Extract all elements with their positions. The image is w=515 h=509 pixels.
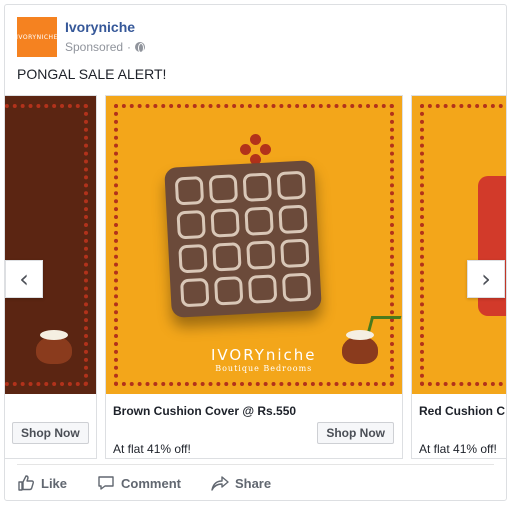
actions-divider bbox=[17, 464, 494, 465]
comment-button[interactable]: Comment bbox=[97, 471, 181, 495]
comment-icon bbox=[98, 476, 114, 490]
post-actions: Like Comment Share bbox=[17, 471, 271, 495]
product-title[interactable]: Brown Cushion Cover @ Rs.550 bbox=[113, 404, 296, 418]
logo-text: IVORYNICHE bbox=[16, 33, 58, 41]
brand-tagline: Boutique Bedrooms bbox=[215, 364, 313, 373]
chevron-left-icon: ‹ bbox=[19, 265, 29, 293]
shop-now-button[interactable]: Shop Now bbox=[12, 422, 89, 444]
product-image[interactable] bbox=[5, 96, 96, 394]
carousel-next-button[interactable]: › bbox=[467, 260, 505, 298]
product-subtitle: At flat 41% off! bbox=[419, 442, 497, 456]
sponsored-label[interactable]: Sponsored bbox=[65, 40, 123, 54]
share-icon bbox=[211, 476, 229, 491]
pongal-pot-illustration bbox=[342, 330, 378, 364]
carousel: Shop Now IVORYniche Boutique Bedrooms Br… bbox=[5, 95, 506, 463]
flower-motif-icon bbox=[240, 134, 271, 165]
post-text: PONGAL SALE ALERT! bbox=[17, 66, 167, 82]
brand-name: IVORYniche bbox=[211, 346, 317, 364]
cushion-image bbox=[164, 160, 322, 318]
chevron-right-icon: › bbox=[481, 265, 491, 293]
thumbs-up-icon bbox=[18, 475, 34, 491]
product-image[interactable]: IVORYniche Boutique Bedrooms bbox=[106, 96, 402, 394]
pot-illustration bbox=[36, 330, 72, 364]
carousel-card-brown-cushion[interactable]: IVORYniche Boutique Bedrooms Brown Cushi… bbox=[105, 95, 403, 459]
like-button[interactable]: Like bbox=[17, 471, 67, 495]
sponsored-post-card: IVORYNICHE Ivoryniche Sponsored · PONGAL… bbox=[4, 4, 507, 501]
shop-now-button[interactable]: Shop Now bbox=[317, 422, 394, 444]
share-button[interactable]: Share bbox=[211, 471, 271, 495]
globe-icon bbox=[135, 42, 146, 53]
like-label: Like bbox=[41, 475, 68, 491]
brand-watermark: IVORYniche Boutique Bedrooms bbox=[211, 346, 317, 373]
share-label: Share bbox=[234, 475, 272, 491]
product-title[interactable]: Red Cushion C bbox=[419, 404, 505, 418]
post-meta: Sponsored · bbox=[65, 40, 146, 54]
product-image[interactable] bbox=[412, 96, 506, 394]
product-subtitle: At flat 41% off! bbox=[113, 442, 191, 456]
meta-separator: · bbox=[127, 40, 132, 54]
carousel-prev-button[interactable]: ‹ bbox=[5, 260, 43, 298]
page-name-link[interactable]: Ivoryniche bbox=[65, 19, 135, 35]
comment-label: Comment bbox=[121, 475, 181, 491]
page-logo[interactable]: IVORYNICHE bbox=[16, 17, 58, 57]
